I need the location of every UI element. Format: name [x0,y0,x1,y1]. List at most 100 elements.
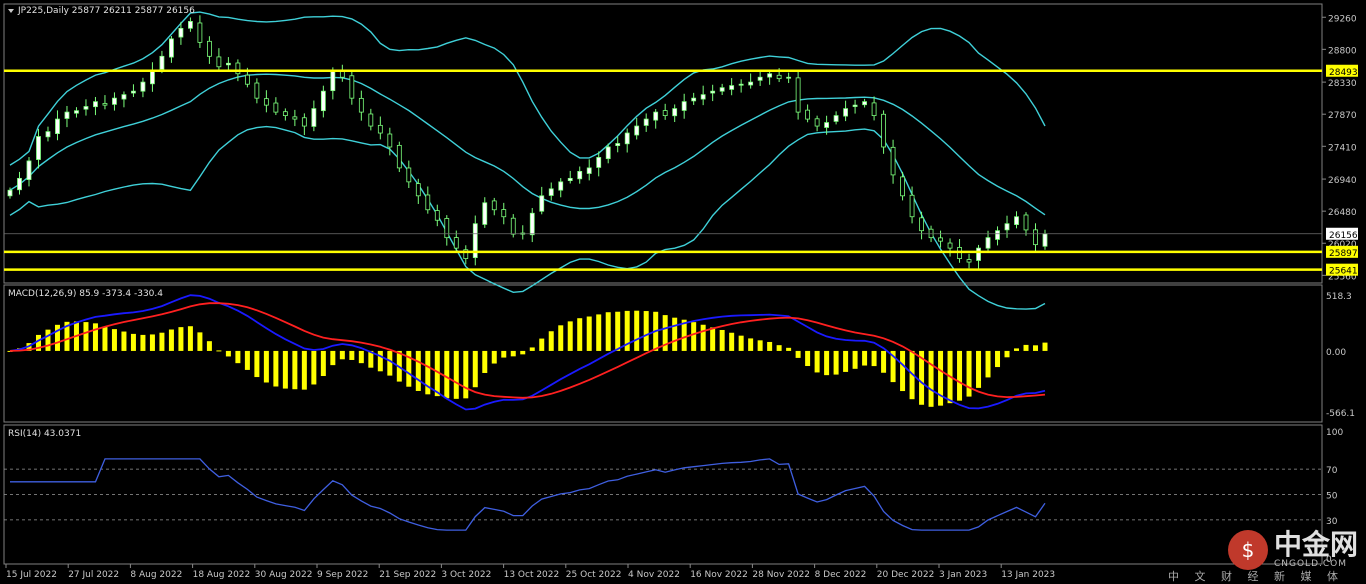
macd-histogram-bar [273,350,279,387]
candle-body [17,177,22,191]
time-tick-label: 16 Nov 2022 [690,570,748,580]
macd-histogram-bar [358,350,364,364]
macd-histogram-bar [966,350,972,397]
macd-histogram-bar [748,338,754,351]
price-tick-label: 26940 [1328,176,1357,186]
candle-body [852,104,858,107]
candle-body [947,242,953,249]
time-tick-label: 13 Jan 2023 [1001,570,1055,580]
macd-histogram-bar [320,350,326,377]
candle-body [387,133,393,148]
candle-body [197,22,203,43]
macd-histogram-bar [387,350,393,376]
macd-histogram-bar [776,345,782,351]
candle-body [188,21,193,29]
candle-body [757,76,763,81]
price-marker-label: 26156 [1329,231,1358,241]
time-tick-label: 20 Dec 2022 [877,570,935,580]
rsi-axis-label: 100 [1326,428,1343,438]
panel-frame-1 [3,3,1323,284]
candle-body [624,132,630,145]
candle-body [491,200,497,211]
time-tick-label: 25 Oct 2022 [566,570,622,580]
candle-body [529,212,535,236]
rsi-label: RSI(14) 43.0371 [8,429,81,439]
macd-signal-line [9,302,1046,399]
macd-histogram-bar [102,326,108,351]
macd-histogram-bar [957,350,963,401]
macd-histogram-bar [1042,342,1048,351]
macd-histogram-bar [672,317,678,351]
macd-histogram-bar [615,311,621,351]
time-tick-label: 21 Sep 2022 [379,570,436,580]
candle-body [102,103,108,106]
candle-body [738,83,744,86]
time-tick-label: 27 Jul 2022 [68,570,119,580]
macd-histogram-bar [510,350,516,357]
macd-histogram-bar [691,322,697,351]
candle-body [643,118,649,126]
candle-body [26,160,32,180]
candle-body [510,217,516,235]
macd-histogram-bar [871,350,877,367]
candle-body [710,90,716,94]
candle-body [605,146,611,160]
candle-body [36,136,41,160]
macd-axis-label: 0.00 [1326,348,1346,358]
macd-histogram-bar [833,350,839,375]
candle-body [64,111,70,119]
candle-body [301,117,307,127]
candle-body [539,195,545,212]
candle-body [985,237,991,249]
macd-histogram-bar [453,350,459,399]
candle-body [159,55,165,70]
macd-histogram-bar [159,332,165,351]
candle-body [748,81,754,86]
candle-body [330,69,336,92]
candle-body [434,210,440,221]
candle-body [634,125,640,136]
macd-histogram-bar [710,327,716,351]
price-tick-label: 28330 [1328,79,1357,89]
macd-histogram-bar [634,310,640,351]
price-marker-label: 25897 [1329,249,1358,259]
macd-histogram-bar [824,350,830,376]
candle-body [729,85,735,90]
macd-histogram-bar [1004,350,1010,358]
macd-histogram-bar [596,314,602,351]
macd-histogram-bar [586,316,592,351]
candle-body [938,237,943,242]
macd-histogram-bar [311,350,317,385]
candle-body [216,56,222,68]
candle-body [653,111,659,121]
candle-body [805,109,811,120]
macd-histogram-bar [520,350,526,355]
macd-histogram-bar [643,311,649,351]
chart-title: JP225,Daily 25877 26211 25877 26156 [17,6,195,16]
candle-body [169,38,174,58]
panel-frame-3 [3,424,1323,565]
candle-body [121,94,127,100]
macd-histogram-bar [235,350,241,364]
candle-body [235,62,241,75]
candle-body [415,183,421,197]
chart-svg: 2926028800283302787027410269402648026020… [3,3,1358,580]
macd-line [9,294,1046,411]
macd-axis-label: -566.1 [1326,409,1355,419]
candle-body [871,102,877,117]
watermark-brand-cn: 中金网 [1273,528,1358,561]
candle-body [83,106,89,110]
macd-histogram-bar [187,326,193,351]
macd-histogram-bar [1014,348,1020,351]
macd-histogram-bar [738,335,744,351]
price-tick-label: 27870 [1328,111,1357,121]
candle-body [425,194,431,211]
macd-histogram-bar [938,350,944,406]
macd-histogram-bar [92,323,98,351]
candle-body [320,90,326,112]
macd-histogram-bar [814,350,820,373]
macd-histogram-bar [168,329,174,351]
macd-histogram-bar [1023,344,1029,351]
bollinger-upper-band [9,11,1046,166]
candle-body [178,28,184,38]
